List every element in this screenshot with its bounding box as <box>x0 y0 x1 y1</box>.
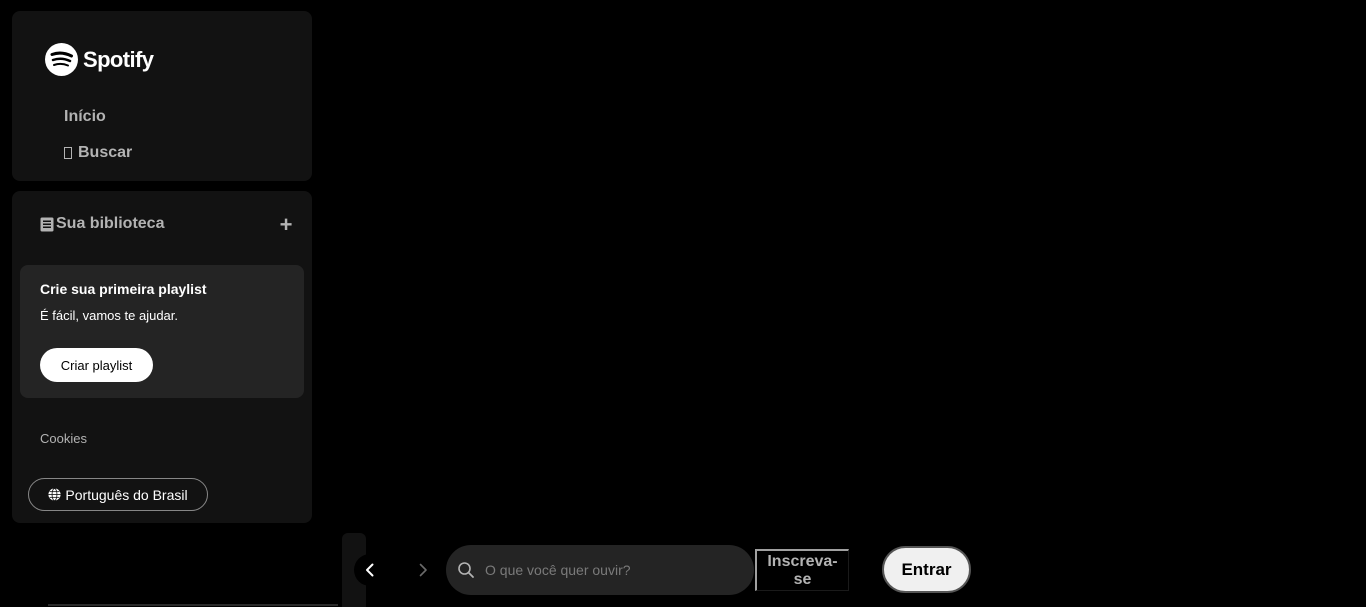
nav-item-home[interactable]: Início <box>64 108 106 126</box>
spotify-logo[interactable]: Spotify <box>45 43 154 76</box>
nav-item-search[interactable]: Buscar <box>64 144 132 162</box>
library-panel: Sua biblioteca + Crie sua primeira playl… <box>12 191 312 523</box>
login-button[interactable]: Entrar <box>882 546 971 593</box>
language-button[interactable]: Português do Brasil <box>28 478 208 511</box>
brand-name: Spotify <box>83 46 154 72</box>
nav-panel: Spotify Início Buscar <box>12 11 312 181</box>
cookies-link[interactable]: Cookies <box>40 431 87 446</box>
library-icon <box>40 217 54 231</box>
search-box[interactable] <box>446 545 754 595</box>
signup-label: Inscreva-se <box>767 552 838 588</box>
forward-button[interactable] <box>407 554 439 586</box>
library-header[interactable]: Sua biblioteca <box>40 215 164 233</box>
language-label: Português do Brasil <box>65 486 188 503</box>
back-button[interactable] <box>354 554 386 586</box>
signup-button[interactable]: Inscreva-se <box>755 549 849 591</box>
search-icon <box>458 562 474 578</box>
library-title: Sua biblioteca <box>56 215 165 232</box>
chevron-right-icon <box>419 563 427 577</box>
plus-icon: + <box>279 212 293 237</box>
card-title: Crie sua primeira playlist <box>40 281 207 297</box>
search-input[interactable] <box>485 555 735 585</box>
search-nav-icon <box>64 147 72 159</box>
nav-search-label: Buscar <box>78 144 133 161</box>
login-label: Entrar <box>901 559 952 579</box>
add-playlist-button[interactable]: + <box>274 212 298 237</box>
create-playlist-button[interactable]: Criar playlist <box>40 348 153 382</box>
create-playlist-card: Crie sua primeira playlist É fácil, vamo… <box>20 265 304 398</box>
chevron-left-icon <box>366 563 374 577</box>
spotify-logo-icon <box>45 43 78 76</box>
bottom-divider <box>48 604 338 606</box>
nav-home-label: Início <box>64 108 106 125</box>
globe-icon <box>48 488 61 501</box>
card-subtitle: É fácil, vamos te ajudar. <box>40 308 179 323</box>
